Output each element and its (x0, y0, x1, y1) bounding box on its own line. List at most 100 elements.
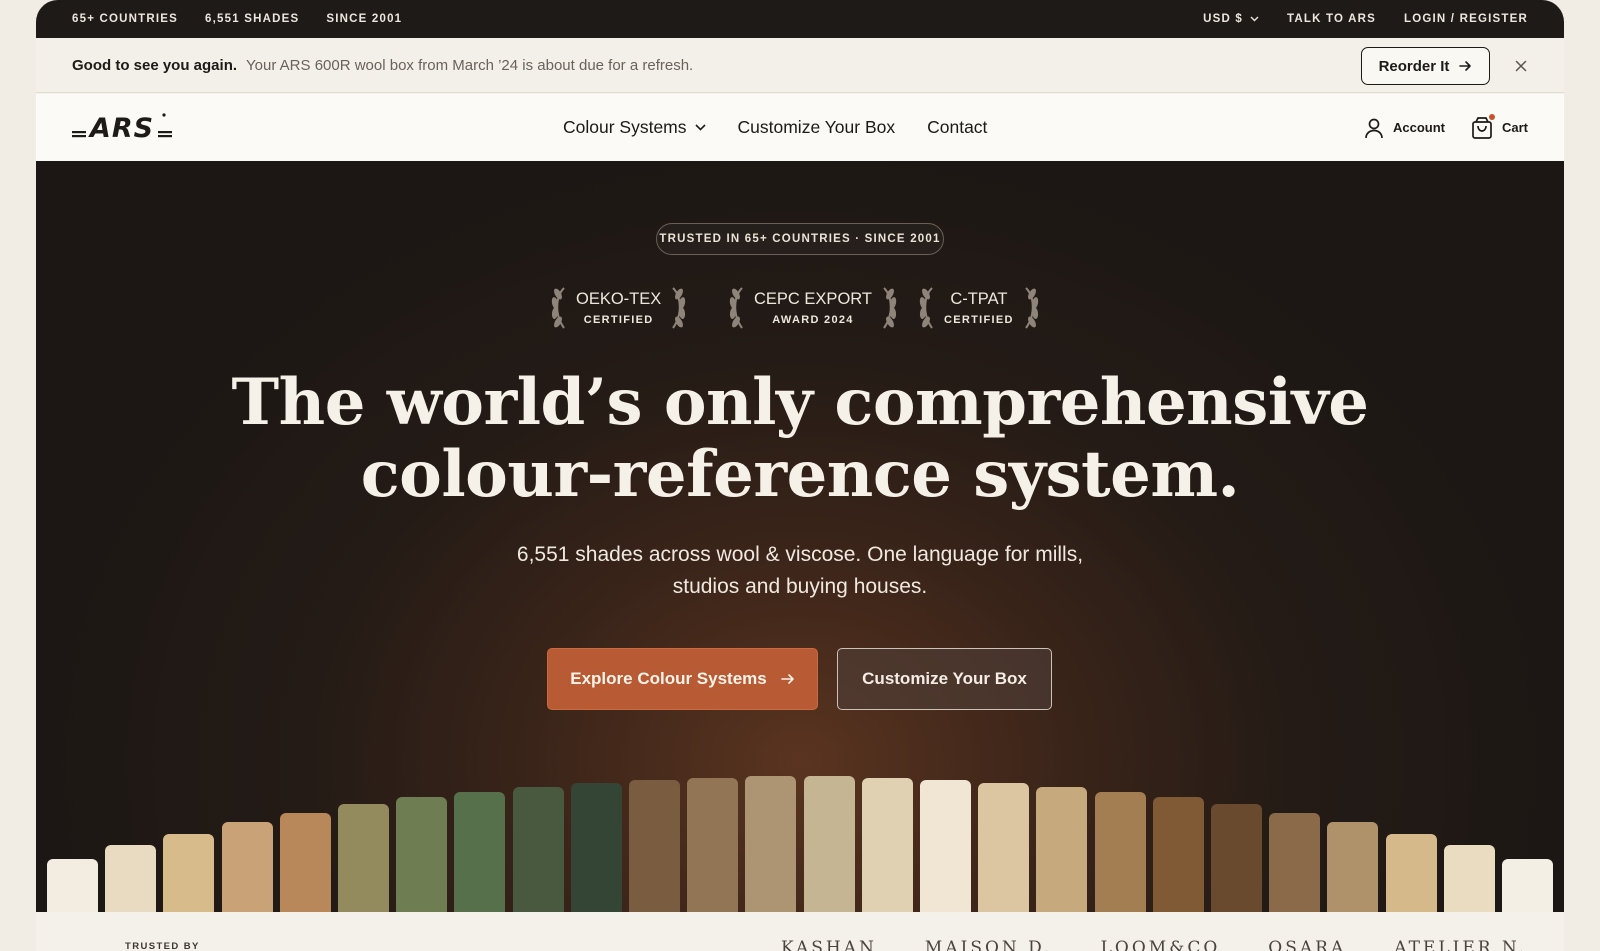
account-link[interactable]: Account (1364, 117, 1445, 139)
primary-nav-links: Colour Systems Customize Your Box Contac… (563, 94, 987, 161)
currency-selector[interactable]: USD $ (1203, 13, 1259, 25)
colour-swatch (1211, 804, 1262, 912)
cart-icon-wrap (1471, 113, 1495, 140)
colour-swatch (1444, 845, 1495, 912)
award-title: OEKO-TEX (576, 289, 662, 308)
colour-swatch (687, 778, 738, 912)
close-icon (1515, 60, 1527, 72)
brand-logo: ATELIER N. (1394, 938, 1528, 951)
laurel-right-icon (883, 287, 897, 329)
reorder-button[interactable]: Reorder It (1361, 47, 1490, 85)
colour-swatch (163, 834, 214, 912)
nav-customize-box[interactable]: Customize Your Box (738, 117, 896, 138)
colour-swatch (978, 783, 1029, 912)
trusted-by-strip: TRUSTED BY KASHAN MAISON D. LOOM&CO OSAR… (36, 912, 1564, 951)
colour-swatch (1327, 822, 1378, 912)
award-title: CEPC EXPORT (754, 289, 872, 308)
award-c-tpat: C-TPAT CERTIFIED (916, 283, 1042, 333)
colour-swatch (571, 783, 622, 912)
nav-colour-systems[interactable]: Colour Systems (563, 117, 706, 138)
award-text: OEKO-TEX CERTIFIED (570, 289, 667, 328)
colour-swatch (804, 776, 855, 912)
cart-link[interactable]: Cart (1471, 113, 1528, 140)
colour-swatch (280, 813, 331, 912)
chevron-down-icon (1250, 16, 1259, 22)
award-text: C-TPAT CERTIFIED (938, 289, 1020, 328)
utility-actions: USD $ TALK TO ARS LOGIN / REGISTER (1203, 0, 1528, 38)
brand-logo: KASHAN (781, 938, 877, 951)
explore-colour-systems-button[interactable]: Explore Colour Systems (547, 648, 818, 710)
colour-swatch (454, 792, 505, 912)
awards-row: OEKO-TEX CERTIFIED CEPC EXPORT AWARD 202… (36, 283, 1564, 333)
cart-label: Cart (1501, 120, 1528, 135)
award-cepc-export: CEPC EXPORT AWARD 2024 (726, 283, 900, 333)
close-banner-button[interactable] (1512, 57, 1530, 75)
stat-since: SINCE 2001 (326, 13, 403, 25)
reorder-label: Reorder It (1378, 57, 1450, 75)
colour-swatch (862, 778, 913, 912)
laurel-left-icon (729, 287, 743, 329)
chevron-down-icon (694, 124, 706, 131)
brand-logo: OSARA (1268, 938, 1347, 951)
subheading-line-1: 6,551 shades across wool & viscose. One … (516, 543, 1084, 566)
brand-logos: KASHAN MAISON D. LOOM&CO OSARA ATELIER N… (781, 938, 1527, 951)
banner-greeting: Good to see you again. (72, 57, 238, 74)
stat-countries: 65+ COUNTRIES (72, 13, 179, 25)
utility-bar: 65+ COUNTRIES 6,551 SHADES SINCE 2001 US… (36, 0, 1564, 38)
account-label: Account (1392, 120, 1445, 135)
hero-section: TRUSTED IN 65+ COUNTRIES · SINCE 2001 OE… (36, 161, 1564, 912)
arrow-right-icon (1459, 61, 1472, 71)
nav-colour-systems-label: Colour Systems (563, 117, 687, 137)
award-text: CEPC EXPORT AWARD 2024 (748, 289, 878, 328)
cart-badge (1488, 113, 1495, 120)
award-subtitle: CERTIFIED (944, 313, 1014, 326)
laurel-right-icon (1024, 287, 1038, 329)
award-subtitle: AWARD 2024 (772, 313, 854, 326)
colour-swatch (105, 845, 156, 912)
banner-message: Good to see you again. Your ARS 600R woo… (72, 38, 693, 93)
brand-logo: MAISON D. (924, 938, 1053, 951)
award-title: C-TPAT (950, 289, 1008, 308)
welcome-banner: Good to see you again. Your ARS 600R woo… (36, 38, 1564, 93)
ars-logo[interactable]: ARS (72, 112, 176, 144)
award-subtitle: CERTIFIED (583, 313, 654, 326)
colour-swatch (920, 780, 971, 912)
colour-swatch (338, 804, 389, 912)
hero-subheading: 6,551 shades across wool & viscose. One … (500, 539, 1100, 603)
colour-swatch (1095, 792, 1146, 912)
colour-swatch (513, 787, 564, 912)
colour-swatch (1502, 859, 1553, 912)
colour-swatch (1386, 834, 1437, 912)
subheading-line-2: studios and buying houses. (672, 575, 928, 598)
login-register-link[interactable]: LOGIN / REGISTER (1404, 13, 1528, 25)
trusted-label: TRUSTED BY (125, 941, 200, 951)
browser-frame: 65+ COUNTRIES 6,551 SHADES SINCE 2001 US… (36, 0, 1564, 951)
laurel-left-icon (919, 287, 933, 329)
award-oeko-tex: OEKO-TEX CERTIFIED (548, 283, 689, 333)
colour-swatch (396, 797, 447, 912)
customize-box-button[interactable]: Customize Your Box (837, 648, 1052, 710)
headline-line-1: The world’s only comprehensive (231, 365, 1369, 440)
logo-text: ARS (88, 113, 154, 142)
user-icon (1365, 118, 1383, 138)
colour-swatch (745, 776, 796, 912)
brand-logo: LOOM&CO (1100, 938, 1221, 951)
trust-pill: TRUSTED IN 65+ COUNTRIES · SINCE 2001 (656, 223, 944, 255)
laurel-right-icon (672, 287, 686, 329)
nav-contact[interactable]: Contact (927, 117, 987, 138)
banner-text: Your ARS 600R wool box from March ’24 is… (246, 57, 694, 74)
ars-logo-mark: ARS (72, 113, 172, 144)
explore-label: Explore Colour Systems (570, 669, 767, 688)
talk-to-ars-link[interactable]: TALK TO ARS (1287, 13, 1376, 25)
nav-utilities: Account Cart (1364, 94, 1528, 161)
utility-stats: 65+ COUNTRIES 6,551 SHADES SINCE 2001 (72, 0, 402, 38)
main-nav: ARS Colour Systems Customize Your Box Co… (36, 94, 1564, 161)
headline-line-2: colour-reference system. (360, 437, 1240, 512)
stat-shades: 6,551 SHADES (205, 13, 300, 25)
colour-swatch (1153, 797, 1204, 912)
colour-swatch (222, 822, 273, 912)
colour-swatch (629, 780, 680, 912)
swatch-arc (36, 161, 1564, 912)
colour-swatch (1269, 813, 1320, 912)
laurel-left-icon (551, 287, 565, 329)
